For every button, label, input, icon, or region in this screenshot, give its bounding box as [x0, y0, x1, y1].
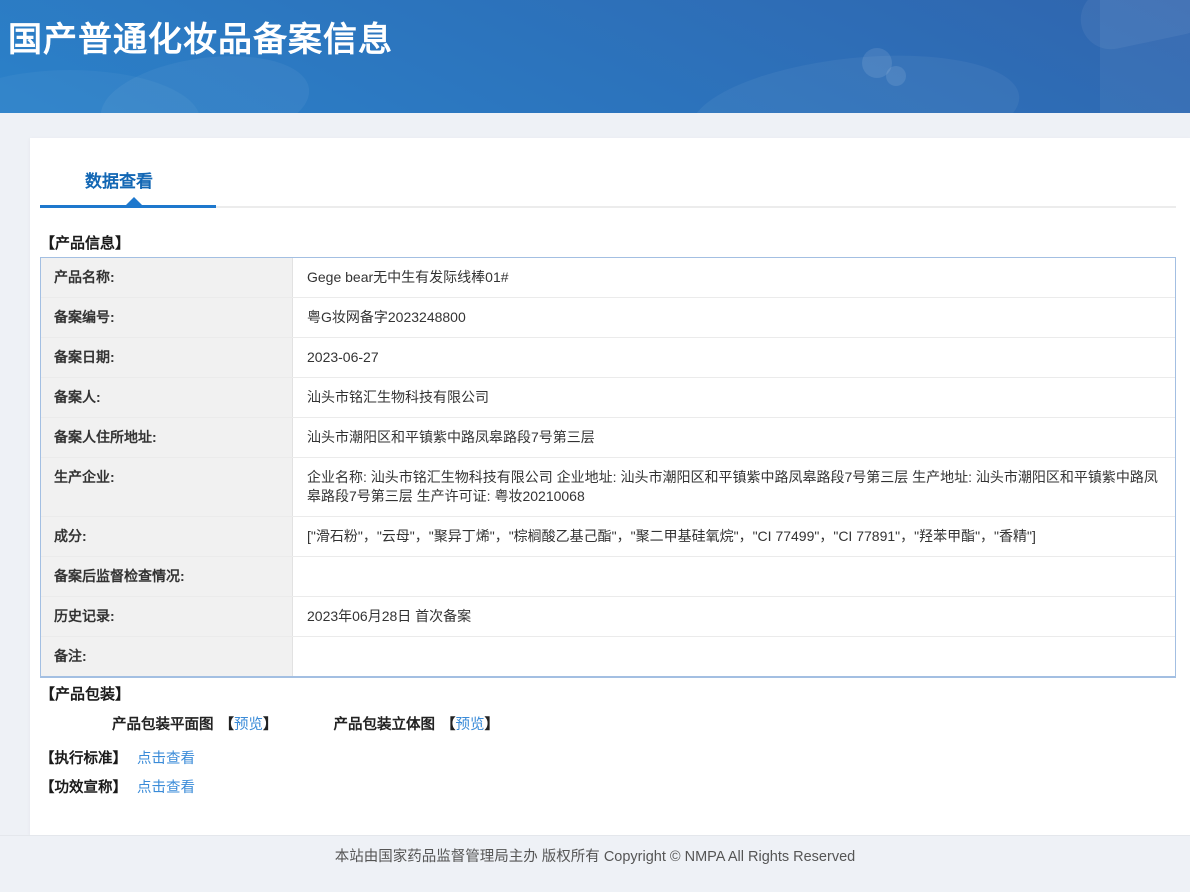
efficacy-row: 【功效宣称】 点击查看: [40, 776, 195, 797]
row-value: [293, 557, 1175, 596]
header-decoration-dot: [886, 66, 906, 86]
row-label: 备案日期:: [41, 338, 293, 377]
table-row: 生产企业: 企业名称: 汕头市铭汇生物科技有限公司 企业地址: 汕头市潮阳区和平…: [41, 458, 1175, 517]
header-decoration-band: [1100, 0, 1190, 113]
table-row: 备案日期: 2023-06-27: [41, 338, 1175, 378]
product-info-heading: 【产品信息】: [40, 232, 130, 253]
efficacy-heading: 【功效宣称】: [40, 776, 127, 797]
table-row: 备案人住所地址: 汕头市潮阳区和平镇紫中路凤皋路段7号第三层: [41, 418, 1175, 458]
bracket: 【: [220, 717, 235, 733]
row-value: 汕头市潮阳区和平镇紫中路凤皋路段7号第三层: [293, 418, 1175, 457]
table-row: 成分: ["滑石粉"，"云母"，"聚异丁烯"，"棕榈酸乙基己酯"，"聚二甲基硅氧…: [41, 517, 1175, 557]
row-label: 备案后监督检查情况:: [41, 557, 293, 596]
preview-flat-link[interactable]: 预览: [234, 717, 263, 733]
copyright-text: 本站由国家药品监督管理局主办 版权所有 Copyright © NMPA All…: [335, 845, 855, 866]
row-value: 2023年06月28日 首次备案: [293, 597, 1175, 636]
table-row: 备案人: 汕头市铭汇生物科技有限公司: [41, 378, 1175, 418]
standard-heading: 【执行标准】: [40, 747, 127, 768]
content-card: 数据查看 【产品信息】 产品名称: Gege bear无中生有发际线棒01# 备…: [30, 138, 1190, 835]
table-row: 历史记录: 2023年06月28日 首次备案: [41, 597, 1175, 637]
tab-active-indicator: [40, 205, 216, 208]
row-label: 历史记录:: [41, 597, 293, 636]
row-label: 产品名称:: [41, 258, 293, 297]
row-label: 备案人住所地址:: [41, 418, 293, 457]
row-label: 成分:: [41, 517, 293, 556]
page-header: 国产普通化妆品备案信息: [0, 0, 1190, 113]
row-value: 汕头市铭汇生物科技有限公司: [293, 378, 1175, 417]
view-efficacy-link[interactable]: 点击查看: [137, 776, 195, 797]
table-row: 备注:: [41, 637, 1175, 676]
row-label: 备注:: [41, 637, 293, 676]
table-row: 产品名称: Gege bear无中生有发际线棒01#: [41, 258, 1175, 298]
standard-row: 【执行标准】 点击查看: [40, 747, 195, 768]
header-decoration-ellipse: [0, 70, 200, 113]
page-title: 国产普通化妆品备案信息: [8, 12, 393, 61]
row-value: ["滑石粉"，"云母"，"聚异丁烯"，"棕榈酸乙基己酯"，"聚二甲基硅氧烷"，"…: [293, 517, 1175, 556]
header-decoration-blob: [1075, 0, 1190, 55]
row-value: 粤G妆网备字2023248800: [293, 298, 1175, 337]
header-decoration-dot: [862, 48, 892, 78]
table-row: 备案编号: 粤G妆网备字2023248800: [41, 298, 1175, 338]
preview-stereo-link[interactable]: 预览: [456, 717, 485, 733]
bracket: 】: [485, 717, 500, 733]
row-value: [293, 637, 1175, 676]
page-footer: 本站由国家药品监督管理局主办 版权所有 Copyright © NMPA All…: [0, 835, 1190, 892]
row-label: 生产企业:: [41, 458, 293, 516]
row-value: 2023-06-27: [293, 338, 1175, 377]
packaging-links-row: 产品包装平面图【预览】产品包装立体图【预览】: [112, 713, 499, 734]
view-standard-link[interactable]: 点击查看: [137, 747, 195, 768]
product-info-table: 产品名称: Gege bear无中生有发际线棒01# 备案编号: 粤G妆网备字2…: [40, 257, 1176, 678]
row-value: 企业名称: 汕头市铭汇生物科技有限公司 企业地址: 汕头市潮阳区和平镇紫中路凤皋…: [293, 458, 1175, 516]
bracket: 【: [441, 717, 456, 733]
bracket: 】: [263, 717, 278, 733]
row-label: 备案人:: [41, 378, 293, 417]
tab-data-view[interactable]: 数据查看: [85, 167, 153, 192]
row-label: 备案编号:: [41, 298, 293, 337]
packaging-stereo-label: 产品包装立体图: [334, 717, 436, 733]
packaging-heading: 【产品包装】: [40, 683, 130, 704]
header-decoration-ellipse: [685, 41, 1025, 113]
row-value: Gege bear无中生有发际线棒01#: [293, 258, 1175, 297]
packaging-flat-label: 产品包装平面图: [112, 717, 214, 733]
table-row: 备案后监督检查情况:: [41, 557, 1175, 597]
